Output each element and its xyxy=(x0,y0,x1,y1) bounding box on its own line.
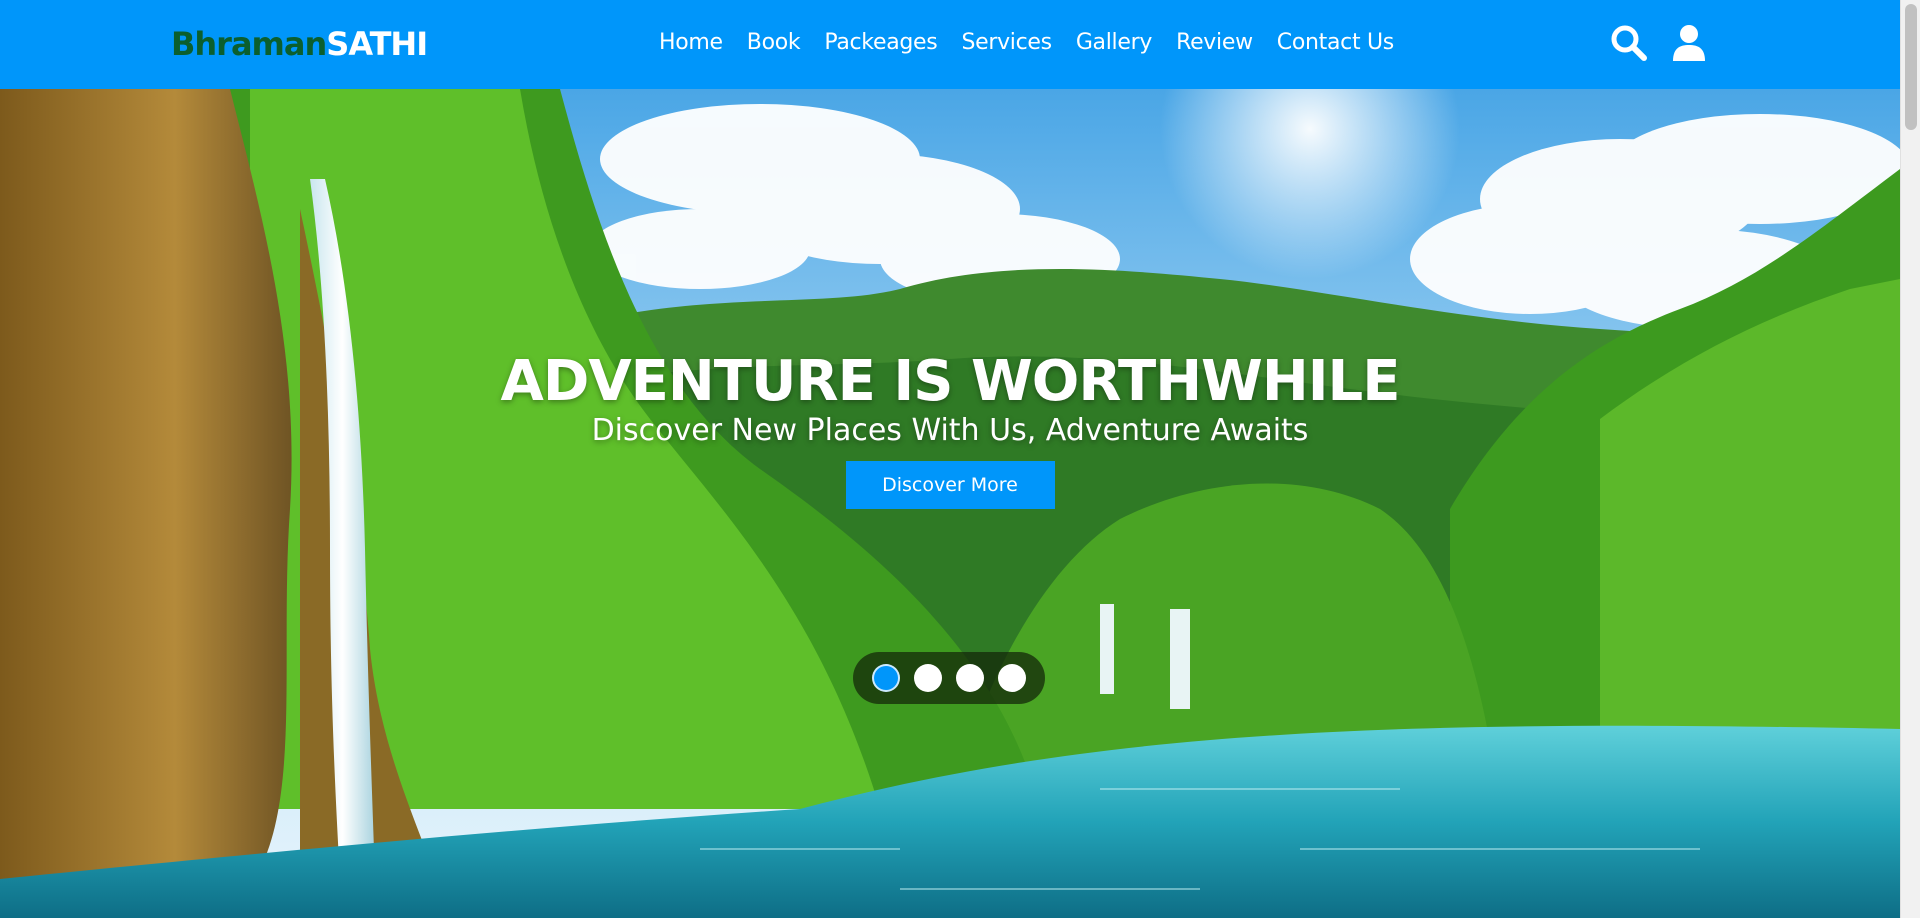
site-header: BhramanSATHI Home Book Packeages Service… xyxy=(0,0,1900,89)
slider-dot-2[interactable] xyxy=(914,664,942,692)
brand-logo-part2: SATHI xyxy=(326,25,428,63)
search-icon[interactable] xyxy=(1610,24,1648,62)
hero-title: ADVENTURE IS WORTHWHILE xyxy=(500,349,1401,414)
hero-banner: ADVENTURE IS WORTHWHILE Discover New Pla… xyxy=(0,89,1900,918)
nav-book[interactable]: Book xyxy=(747,28,801,58)
discover-more-button[interactable]: Discover More xyxy=(845,461,1055,509)
nav-review[interactable]: Review xyxy=(1176,28,1253,58)
nav-contact-us[interactable]: Contact Us xyxy=(1277,28,1394,58)
nav-services[interactable]: Services xyxy=(961,28,1052,58)
user-icon[interactable] xyxy=(1670,24,1708,62)
main-nav: Home Book Packeages Services Gallery Rev… xyxy=(659,28,1394,58)
nav-home[interactable]: Home xyxy=(659,28,723,58)
scrollbar-thumb[interactable] xyxy=(1905,4,1917,130)
slider-dot-1[interactable] xyxy=(872,664,900,692)
brand-logo[interactable]: BhramanSATHI xyxy=(171,24,428,64)
slider-dots xyxy=(853,652,1045,704)
nav-gallery[interactable]: Gallery xyxy=(1076,28,1153,58)
brand-logo-part1: Bhraman xyxy=(171,25,327,63)
page-scrollbar[interactable] xyxy=(1900,0,1920,918)
nav-packages[interactable]: Packeages xyxy=(824,28,937,58)
slider-dot-3[interactable] xyxy=(956,664,984,692)
hero-content: ADVENTURE IS WORTHWHILE Discover New Pla… xyxy=(0,351,1900,509)
hero-subtitle: Discover New Places With Us, Adventure A… xyxy=(591,413,1309,448)
slider-dot-4[interactable] xyxy=(998,664,1026,692)
